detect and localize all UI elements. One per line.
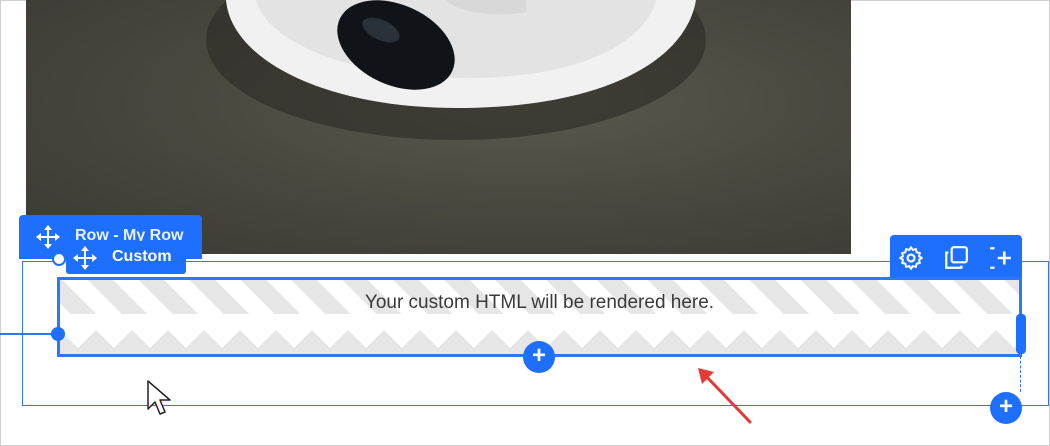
column-divider-line: [0, 333, 58, 335]
annotation-arrow-icon: [698, 368, 752, 424]
module-label: Custom: [112, 248, 172, 265]
module-toolbar: [890, 235, 1022, 278]
add-icon[interactable]: [988, 245, 1014, 271]
column-drag-handle[interactable]: [51, 327, 65, 341]
duplicate-icon[interactable]: [943, 245, 969, 271]
move-icon[interactable]: [72, 245, 98, 271]
add-row-button[interactable]: +: [990, 392, 1022, 424]
module-select-circle[interactable]: [52, 252, 66, 266]
mouse-cursor-icon: [147, 380, 171, 415]
move-icon[interactable]: [35, 224, 61, 250]
add-module-button[interactable]: +: [523, 341, 555, 373]
module-label-tab[interactable]: Custom: [66, 241, 186, 274]
resize-handle[interactable]: [1016, 314, 1026, 354]
settings-icon[interactable]: [898, 245, 924, 271]
module-placeholder-text: Your custom HTML will be rendered here.: [364, 292, 715, 313]
column-edge-guide: [1020, 356, 1021, 392]
